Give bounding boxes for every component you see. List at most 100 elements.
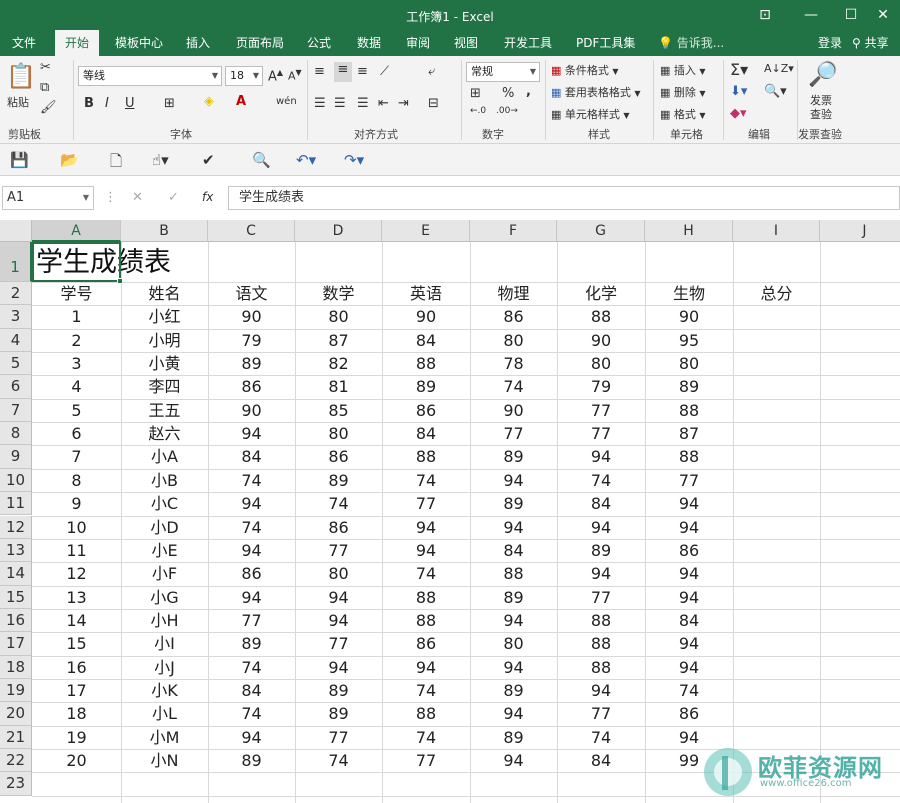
data-cell[interactable]: 79 — [557, 375, 645, 398]
data-cell[interactable]: 12 — [32, 562, 121, 585]
data-cell[interactable]: 74 — [295, 492, 382, 515]
tab-data[interactable]: 数据 — [347, 30, 391, 56]
data-cell[interactable]: 88 — [557, 609, 645, 632]
fill-color-icon[interactable]: ◈ — [204, 94, 214, 109]
tab-page-layout[interactable]: 页面布局 — [226, 30, 294, 56]
data-cell[interactable]: 85 — [295, 399, 382, 422]
data-cell[interactable]: 77 — [382, 492, 470, 515]
data-cell[interactable]: 89 — [557, 539, 645, 562]
data-cell[interactable]: 88 — [382, 586, 470, 609]
row-header-8[interactable]: 8 — [0, 422, 32, 446]
column-header-g[interactable]: G — [557, 220, 645, 242]
font-color-icon[interactable]: A — [236, 94, 246, 109]
data-cell[interactable]: 15 — [32, 632, 121, 655]
data-cell[interactable]: 87 — [295, 329, 382, 352]
row-header-7[interactable]: 7 — [0, 398, 32, 423]
data-cell[interactable]: 94 — [557, 562, 645, 585]
data-cell[interactable]: 小D — [121, 516, 208, 539]
data-cell[interactable]: 77 — [557, 702, 645, 725]
format-cells-button[interactable]: ▦ 格式 ▼ — [660, 106, 706, 122]
data-cell[interactable]: 94 — [382, 539, 470, 562]
data-cell[interactable]: 小A — [121, 445, 208, 468]
data-cell[interactable]: 94 — [645, 562, 733, 585]
data-cell[interactable]: 94 — [645, 492, 733, 515]
fill-handle[interactable] — [117, 278, 123, 284]
decrease-decimal-icon[interactable]: .00→ — [496, 106, 518, 116]
data-cell[interactable]: 3 — [32, 352, 121, 375]
data-cell[interactable]: 90 — [208, 399, 295, 422]
data-cell[interactable]: 小I — [121, 632, 208, 655]
data-cell[interactable]: 94 — [470, 609, 557, 632]
row-header-6[interactable]: 6 — [0, 375, 32, 399]
data-cell[interactable]: 小L — [121, 702, 208, 725]
data-cell[interactable]: 86 — [295, 516, 382, 539]
orientation-icon[interactable]: ⟋ — [380, 64, 389, 79]
align-left-icon[interactable]: ☰ — [314, 96, 326, 111]
row-header-21[interactable]: 21 — [0, 725, 32, 749]
data-cell[interactable]: 89 — [208, 749, 295, 772]
paste-label[interactable]: 粘贴 — [7, 94, 29, 110]
header-cell[interactable]: 姓名 — [121, 282, 208, 305]
data-cell[interactable]: 94 — [470, 749, 557, 772]
header-cell[interactable]: 生物 — [645, 282, 733, 305]
format-painter-icon[interactable]: 🖌 — [40, 100, 57, 115]
cut-icon[interactable]: ✂ — [40, 60, 51, 75]
data-cell[interactable]: 88 — [382, 445, 470, 468]
header-cell[interactable]: 英语 — [382, 282, 470, 305]
data-cell[interactable]: 王五 — [121, 399, 208, 422]
row-header-20[interactable]: 20 — [0, 702, 32, 726]
data-cell[interactable]: 20 — [32, 749, 121, 772]
data-cell[interactable]: 小K — [121, 679, 208, 702]
clear-icon[interactable]: ◆▾ — [730, 106, 747, 121]
data-cell[interactable]: 79 — [208, 329, 295, 352]
cell-styles-button[interactable]: ▦ 单元格样式 ▼ — [551, 106, 630, 122]
copy-icon[interactable]: ⧉ — [40, 80, 49, 95]
data-cell[interactable]: 94 — [645, 586, 733, 609]
tab-pdf-tools[interactable]: PDF工具集 — [566, 30, 645, 56]
insert-function-icon[interactable]: fx — [202, 190, 213, 204]
data-cell[interactable]: 89 — [470, 445, 557, 468]
data-cell[interactable]: 80 — [295, 422, 382, 445]
data-cell[interactable]: 小C — [121, 492, 208, 515]
data-cell[interactable]: 14 — [32, 609, 121, 632]
data-cell[interactable]: 小G — [121, 586, 208, 609]
data-cell[interactable]: 84 — [208, 679, 295, 702]
data-cell[interactable]: 77 — [295, 632, 382, 655]
formula-input[interactable]: 学生成绩表 — [228, 186, 900, 210]
data-cell[interactable]: 94 — [208, 586, 295, 609]
data-cell[interactable]: 74 — [208, 656, 295, 679]
data-cell[interactable]: 84 — [208, 445, 295, 468]
delete-cells-button[interactable]: ▦ 删除 ▼ — [660, 84, 706, 100]
row-header-23[interactable]: 23 — [0, 772, 32, 796]
data-cell[interactable]: 94 — [208, 422, 295, 445]
spelling-icon[interactable]: ✔ — [202, 151, 215, 169]
data-cell[interactable]: 77 — [208, 609, 295, 632]
data-cell[interactable]: 80 — [470, 329, 557, 352]
data-cell[interactable]: 80 — [645, 352, 733, 375]
format-as-table-button[interactable]: ▦ 套用表格格式 ▼ — [551, 84, 641, 100]
data-cell[interactable]: 94 — [382, 656, 470, 679]
data-cell[interactable]: 小F — [121, 562, 208, 585]
data-cell[interactable]: 10 — [32, 516, 121, 539]
new-file-icon[interactable]: 🗋 — [110, 151, 122, 176]
data-cell[interactable]: 80 — [470, 632, 557, 655]
row-header-11[interactable]: 11 — [0, 492, 32, 516]
insert-cells-button[interactable]: ▦ 插入 ▼ — [660, 62, 706, 78]
data-cell[interactable]: 90 — [557, 329, 645, 352]
cancel-icon[interactable]: ✕ — [132, 190, 143, 205]
row-header-12[interactable]: 12 — [0, 515, 32, 539]
data-cell[interactable]: 小J — [121, 656, 208, 679]
row-header-5[interactable]: 5 — [0, 352, 32, 376]
data-cell[interactable]: 74 — [557, 726, 645, 749]
row-header-19[interactable]: 19 — [0, 678, 32, 703]
conditional-formatting-button[interactable]: ▦ 条件格式 ▼ — [551, 62, 619, 78]
tab-insert[interactable]: 插入 — [176, 30, 220, 56]
column-header-a[interactable]: A — [32, 220, 121, 242]
data-cell[interactable]: 94 — [470, 469, 557, 492]
data-cell[interactable]: 94 — [208, 492, 295, 515]
name-box[interactable]: A1 ▼ — [2, 186, 94, 210]
align-top-icon[interactable]: ≡ — [314, 64, 325, 79]
data-cell[interactable]: 小E — [121, 539, 208, 562]
undo-icon[interactable]: ↶▾ — [296, 151, 316, 169]
tell-me-box[interactable]: 💡 告诉我... — [658, 30, 724, 56]
